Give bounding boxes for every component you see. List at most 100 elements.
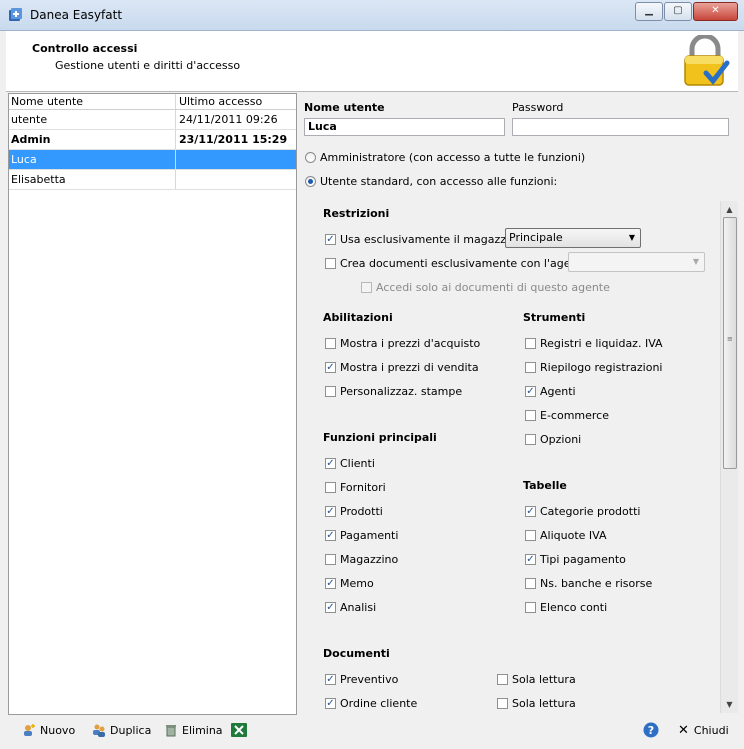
funzioni-checkbox[interactable]: ✓ Clienti	[325, 455, 375, 471]
sola-lettura-checkbox[interactable]: Sola lettura	[497, 695, 576, 711]
section-restrizioni: Restrizioni	[323, 207, 390, 220]
funzioni-checkbox[interactable]: ✓ Analisi	[325, 599, 376, 615]
checkbox-box[interactable]	[325, 257, 336, 269]
funzioni-checkbox[interactable]: ✓ Memo	[325, 575, 374, 591]
scroll-thumb[interactable]: ≡	[723, 217, 737, 469]
agente-select[interactable]: ▼	[568, 252, 705, 272]
funzioni-checkbox[interactable]: ✓ Pagamenti	[325, 527, 398, 543]
checkbox-label: Categorie prodotti	[540, 504, 641, 518]
radio-admin-label[interactable]: Amministratore (con accesso a tutte le f…	[320, 151, 585, 164]
abilitazioni-checkbox[interactable]: Personalizzaz. stampe	[325, 383, 462, 399]
header-title: Controllo accessi	[32, 42, 138, 55]
checkbox-usa-magazzino[interactable]: ✓ Usa esclusivamente il magazzino	[325, 231, 523, 247]
checkbox-box[interactable]	[497, 673, 508, 685]
close-window-button[interactable]: ✕	[693, 2, 738, 21]
bottom-toolbar: Nuovo Duplica Elimina ? ✕ Chiudi	[0, 714, 744, 749]
checkbox-label: Mostra i prezzi di vendita	[340, 360, 479, 374]
tabelle-checkbox[interactable]: Aliquote IVA	[525, 527, 607, 543]
funzioni-checkbox[interactable]: Fornitori	[325, 479, 386, 495]
checkbox-label: Sola lettura	[512, 696, 576, 710]
checkbox-label: Riepilogo registrazioni	[540, 360, 663, 374]
chiudi-button[interactable]: ✕ Chiudi	[678, 721, 729, 739]
checkbox-box[interactable]: ✓	[325, 233, 336, 245]
checkbox-box[interactable]: ✓	[325, 529, 336, 541]
tabelle-checkbox[interactable]: Ns. banche e risorse	[525, 575, 652, 591]
checkbox-box[interactable]	[525, 409, 536, 421]
user-last-access	[176, 170, 296, 189]
checkbox-box[interactable]	[325, 553, 336, 565]
password-input[interactable]	[512, 118, 729, 136]
excel-export-button[interactable]	[231, 721, 251, 739]
checkbox-box[interactable]: ✓	[325, 673, 336, 685]
user-row-selected[interactable]: Luca	[9, 150, 296, 170]
radio-standard-label[interactable]: Utente standard, con accesso alle funzio…	[320, 175, 557, 188]
strumenti-checkbox[interactable]: Opzioni	[525, 431, 581, 447]
checkbox-box[interactable]	[325, 481, 336, 493]
checkbox-box[interactable]	[325, 385, 336, 397]
sola-lettura-checkbox[interactable]: Sola lettura	[497, 671, 576, 687]
duplica-button[interactable]: Duplica	[92, 721, 151, 739]
maximize-button[interactable]: ▢	[664, 2, 692, 21]
abilitazioni-checkbox[interactable]: ✓ Mostra i prezzi di vendita	[325, 359, 479, 375]
checkbox-crea-documenti-agente[interactable]: Crea documenti esclusivamente con l'agen…	[325, 255, 589, 271]
checkbox-box[interactable]: ✓	[325, 577, 336, 589]
documenti-checkbox[interactable]: ✓ Preventivo	[325, 671, 398, 687]
checkbox-box[interactable]: ✓	[525, 385, 536, 397]
documenti-checkbox[interactable]: ✓ Ordine cliente	[325, 695, 417, 711]
permissions-scrollbar[interactable]: ▲ ≡ ▼	[720, 201, 738, 713]
checkbox-box[interactable]	[525, 601, 536, 613]
checkbox-box[interactable]	[497, 697, 508, 709]
scroll-down-icon[interactable]: ▼	[721, 696, 738, 713]
strumenti-checkbox[interactable]: E-commerce	[525, 407, 609, 423]
checkbox-box[interactable]: ✓	[325, 361, 336, 373]
username-input[interactable]: Luca	[304, 118, 505, 136]
header-subtitle: Gestione utenti e diritti d'accesso	[55, 59, 241, 72]
user-row[interactable]: Elisabetta	[9, 170, 296, 190]
checkbox-box[interactable]: ✓	[325, 505, 336, 517]
radio-admin[interactable]	[305, 152, 316, 163]
elimina-button[interactable]: Elimina	[164, 721, 223, 739]
user-name: utente	[9, 110, 176, 129]
user-row[interactable]: utente 24/11/2011 09:26	[9, 110, 296, 130]
strumenti-checkbox[interactable]: Registri e liquidaz. IVA	[525, 335, 663, 351]
checkbox-box[interactable]	[361, 281, 372, 293]
checkbox-label: Pagamenti	[340, 528, 399, 542]
column-header-name[interactable]: Nome utente	[9, 94, 176, 109]
checkbox-box[interactable]	[525, 433, 536, 445]
nuovo-button[interactable]: Nuovo	[22, 721, 75, 739]
funzioni-checkbox[interactable]: ✓ Prodotti	[325, 503, 383, 519]
checkbox-accedi-solo-agente[interactable]: Accedi solo ai documenti di questo agent…	[361, 279, 610, 295]
checkbox-box[interactable]: ✓	[325, 601, 336, 613]
checkbox-label: Analisi	[340, 600, 377, 614]
checkbox-label: Usa esclusivamente il magazzino	[340, 232, 523, 246]
checkbox-label: Agenti	[540, 384, 576, 398]
checkbox-box[interactable]: ✓	[525, 553, 536, 565]
checkbox-box[interactable]	[525, 529, 536, 541]
tabelle-checkbox[interactable]: ✓ Tipi pagamento	[525, 551, 626, 567]
checkbox-box[interactable]	[525, 337, 536, 349]
checkbox-box[interactable]	[525, 577, 536, 589]
help-button[interactable]: ?	[643, 721, 663, 739]
checkbox-label: Accedi solo ai documenti di questo agent…	[376, 280, 610, 294]
abilitazioni-checkbox[interactable]: Mostra i prezzi d'acquisto	[325, 335, 480, 351]
magazzino-select[interactable]: Principale ▼	[505, 228, 641, 248]
section-abilitazioni: Abilitazioni	[323, 311, 393, 324]
checkbox-box[interactable]	[525, 361, 536, 373]
column-header-last-access[interactable]: Ultimo accesso	[176, 94, 296, 109]
radio-standard[interactable]	[305, 176, 316, 187]
tabelle-checkbox[interactable]: ✓ Categorie prodotti	[525, 503, 640, 519]
checkbox-box[interactable]: ✓	[325, 697, 336, 709]
strumenti-checkbox[interactable]: Riepilogo registrazioni	[525, 359, 662, 375]
strumenti-checkbox[interactable]: ✓ Agenti	[525, 383, 576, 399]
permissions-area: Restrizioni ✓ Usa esclusivamente il maga…	[304, 201, 732, 713]
close-icon: ✕	[678, 722, 689, 738]
magazzino-select-value: Principale	[509, 231, 563, 244]
funzioni-checkbox[interactable]: Magazzino	[325, 551, 398, 567]
user-row[interactable]: Admin 23/11/2011 15:29	[9, 130, 296, 150]
checkbox-box[interactable]	[325, 337, 336, 349]
checkbox-box[interactable]: ✓	[325, 457, 336, 469]
tabelle-checkbox[interactable]: Elenco conti	[525, 599, 607, 615]
minimize-button[interactable]: ▁	[635, 2, 663, 21]
checkbox-box[interactable]: ✓	[525, 505, 536, 517]
scroll-up-icon[interactable]: ▲	[721, 201, 738, 218]
